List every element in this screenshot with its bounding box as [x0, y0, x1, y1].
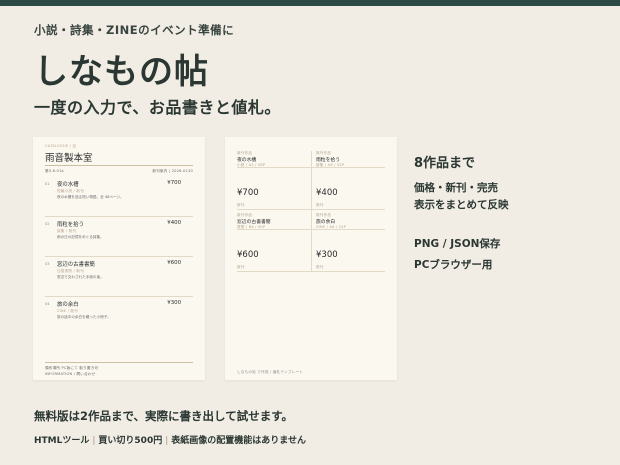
tile-foot: 新刊	[237, 203, 245, 207]
entry-name: 窓辺の古書書簡	[57, 262, 95, 268]
footer-main-text: 無料版は2作品まで、実際に書き出して試せます。	[34, 409, 294, 423]
entry-number: 04	[45, 302, 50, 306]
tile-name: 窓辺の古書書簡	[237, 220, 271, 225]
entry-price: ¥600	[167, 260, 181, 266]
entry-number: 03	[45, 262, 50, 266]
tile-foot: 既刊	[316, 203, 324, 207]
tile-divider	[237, 229, 385, 230]
preview-footer-rule	[45, 362, 193, 363]
entry-price: ¥400	[167, 220, 181, 226]
footer-sub-text: HTMLツール | 買い切り500円 | 表紙画像の配置機能はありません	[34, 433, 306, 446]
entry-desc: 旅の途中の余白を綴った小冊子。	[57, 315, 111, 319]
entry-meta: ZINE / 既刊	[57, 309, 78, 313]
tile-name: 夜の水槽	[237, 158, 257, 163]
preview-sub-right: 新刊案内 | 2026-0130	[152, 169, 193, 173]
top-accent-bar	[0, 0, 620, 6]
tile-price: ¥600	[237, 250, 259, 260]
entry-divider	[45, 216, 193, 217]
tile-price: ¥400	[316, 188, 338, 198]
menu-entry: 01 夜の水槽 ¥700 短編小説 / 新刊 夜の水槽を巡る短い物語。全 48ペ…	[45, 180, 193, 216]
entry-number: 02	[45, 222, 50, 226]
eyebrow-text: 小説・詩集・ZINEのイベント準備に	[34, 23, 235, 37]
feature-line: PCブラウザー用	[414, 259, 493, 271]
entry-desc: 窓辺で交わされた手紙の束。	[57, 275, 104, 279]
menu-entry: 02 雨粒を拾う ¥400 詩集 / 既刊 雨の日の記憶をめぐる詩集。	[45, 220, 193, 256]
tile-column-divider	[311, 151, 312, 271]
entry-name: 雨粒を拾う	[57, 222, 84, 228]
feature-line: 価格・新刊・完売	[414, 182, 498, 194]
tile-name: 雨粒を拾う	[316, 158, 340, 163]
entry-price: ¥300	[167, 300, 181, 306]
footer-sub-item: HTMLツール	[34, 436, 90, 446]
tile-price: ¥300	[316, 250, 338, 260]
feature-line: PNG / JSON保存	[414, 238, 501, 250]
menu-preview-card: CATALOGUE / 目 雨音製本室 第3.8.01a 新刊案内 | 2026…	[33, 137, 205, 380]
footer-separator: |	[165, 436, 169, 446]
feature-heading: 8作品まで	[414, 156, 476, 171]
preview-title-rule	[45, 165, 193, 166]
entry-meta: 詩集 / 既刊	[57, 229, 77, 233]
app-title: しなもの帖	[34, 52, 209, 92]
footer-sub-item: 買い切り500円	[98, 436, 163, 446]
tile-foot: 既刊	[316, 265, 324, 269]
entry-number: 01	[45, 182, 50, 186]
entry-meta: 短編小説 / 新刊	[57, 189, 84, 193]
entry-meta: 往復書簡 / 新刊	[57, 269, 84, 273]
preview-circle-name: 雨音製本室	[45, 153, 93, 164]
menu-entry: 04 旅の余白 ¥300 ZINE / 既刊 旅の途中の余白を綴った小冊子。	[45, 300, 193, 336]
entry-desc: 夜の水槽を巡る短い物語。全 48ページ。	[57, 195, 124, 199]
feature-line: 表示をまとめて反映	[414, 199, 509, 211]
entry-price: ¥700	[167, 180, 181, 186]
price-tag-preview-card: 新刊作品 夜の水槽 小説 / A5 / 48P ¥700 新刊 既刊作品 雨粒を…	[225, 137, 397, 380]
entry-divider	[45, 256, 193, 257]
entry-name: 旅の余白	[57, 302, 79, 308]
tile-price: ¥700	[237, 188, 259, 198]
tile-name: 旅の余白	[316, 220, 336, 225]
preview-head-label: CATALOGUE / 目	[45, 144, 77, 148]
app-subtitle: 一度の入力で、お品書きと値札。	[34, 98, 281, 117]
footer-sub-item: 表紙画像の配置機能はありません	[171, 436, 306, 446]
tile-divider	[237, 271, 385, 272]
entry-name: 夜の水槽	[57, 182, 79, 188]
preview-sub-left: 第3.8.01a	[45, 169, 64, 173]
preview-footer-1: 頒布場所 PC版にて 取り置き可	[45, 366, 99, 370]
preview-footer-2: INFORMATION / 問い合わせ	[45, 372, 96, 376]
entry-desc: 雨の日の記憶をめぐる詩集。	[57, 235, 104, 239]
tile-foot: 新刊	[237, 265, 245, 269]
price-tag-footer: しなもの帖 で作成 / 値札テンプレート	[237, 370, 304, 374]
menu-entry: 03 窓辺の古書書簡 ¥600 往復書簡 / 新刊 窓辺で交わされた手紙の束。	[45, 260, 193, 296]
entry-divider	[45, 296, 193, 297]
